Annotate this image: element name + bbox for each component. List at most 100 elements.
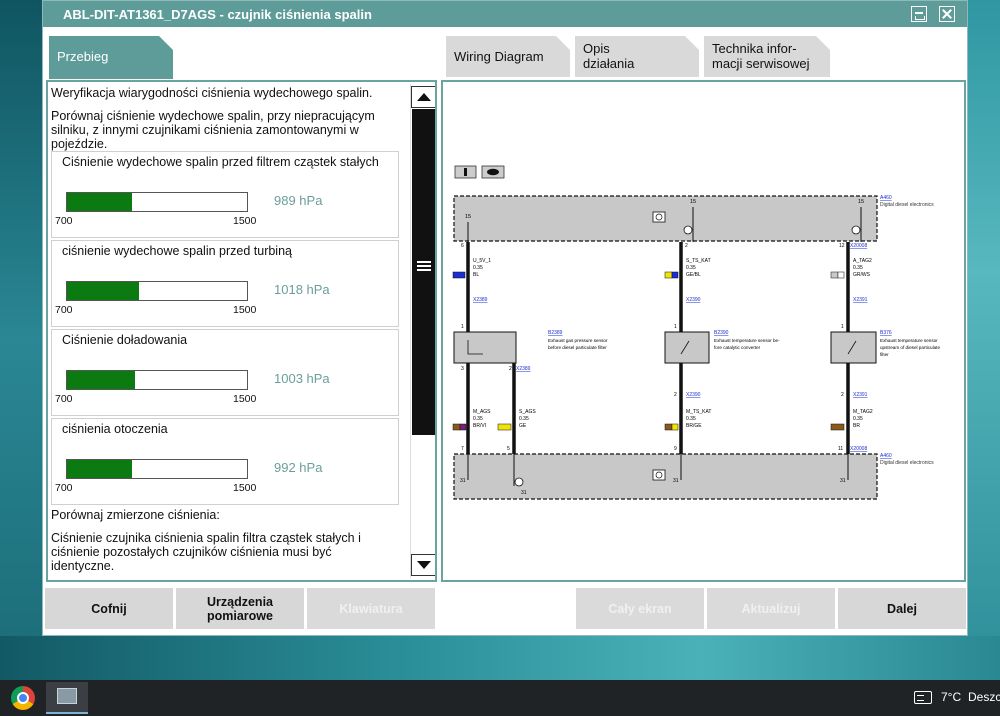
wiring-diagram: 15 15 15 A460 Digital diesel electronics… — [452, 165, 940, 500]
close-icon[interactable] — [939, 6, 955, 22]
measuring-devices-button[interactable]: Urządzenia pomiarowe — [176, 588, 304, 629]
button-label: pomiarowe — [207, 608, 273, 623]
component-link[interactable]: B2390 — [714, 330, 729, 336]
svg-text:U_5V_1: U_5V_1 — [473, 258, 491, 264]
gauge-max: 1500 — [233, 215, 257, 227]
component-desc: filter — [880, 352, 889, 357]
module-link[interactable]: A460 — [880, 453, 892, 459]
pin-label: 31 — [521, 490, 527, 496]
tab-opis-dzialania[interactable]: Opis działania — [575, 36, 699, 77]
compare-text: Porównaj zmierzone ciśnienia: — [51, 508, 220, 522]
gauge-min: 700 — [55, 215, 73, 227]
pin-label: 1 — [461, 324, 464, 330]
gauge-max: 1500 — [233, 482, 257, 494]
connector-link[interactable]: X2391 — [853, 297, 868, 303]
svg-text:0.35: 0.35 — [473, 416, 483, 422]
pin-label: 12 — [839, 243, 845, 249]
svg-text:M_TS_KAT: M_TS_KAT — [686, 409, 711, 415]
pin-label: 2 — [509, 366, 512, 372]
gauge-max: 1500 — [233, 393, 257, 405]
pin-label: 6 — [461, 243, 464, 249]
back-button[interactable]: Cofnij — [45, 588, 173, 629]
svg-text:S_AGS: S_AGS — [519, 409, 536, 415]
button-label: Aktualizuj — [741, 601, 801, 616]
wire-label: M_AGS 0.35 BR/VI — [452, 409, 491, 431]
window-title: ABL-DIT-AT1361_D7AGS - czujnik ciśnienia… — [63, 6, 372, 22]
chrome-icon[interactable] — [11, 686, 35, 710]
button-label: Urządzenia — [207, 594, 273, 609]
scrollbar[interactable] — [410, 84, 435, 578]
svg-text:GR/WS: GR/WS — [853, 272, 871, 278]
eye-button[interactable] — [481, 165, 505, 179]
gauge-label: Ciśnienie wydechowe spalin przed filtrem… — [62, 155, 379, 169]
svg-text:BR/GE: BR/GE — [686, 423, 702, 429]
info-button[interactable] — [454, 165, 477, 179]
svg-text:M_AGS: M_AGS — [473, 409, 491, 415]
fullscreen-button[interactable]: Cały ekran — [576, 588, 704, 629]
component-desc: fore catalytic converter — [714, 345, 761, 350]
refresh-button[interactable]: Aktualizuj — [707, 588, 835, 629]
pin-label: 2 — [674, 392, 677, 398]
grip-icon — [417, 261, 431, 273]
component-link[interactable]: B2389 — [548, 330, 563, 336]
connector-link[interactable]: X2390 — [686, 392, 701, 398]
tab-przebieg[interactable]: Przebieg — [49, 36, 173, 79]
tab-label: Technika infor- — [712, 41, 797, 56]
connector-link[interactable]: X20008 — [850, 446, 867, 452]
component-desc: Exhaust temperature sensor — [880, 338, 938, 343]
procedure-panel: Weryfikacja wiarygodności ciśnienia wyde… — [46, 80, 437, 582]
tab-label: Przebieg — [57, 49, 109, 64]
diagnostic-app-icon — [57, 688, 77, 704]
gauge-value: 992 hPa — [274, 460, 323, 475]
svg-text:BR/VI: BR/VI — [473, 423, 486, 429]
svg-text:S_TS_KAT: S_TS_KAT — [686, 258, 711, 264]
pin-label: 2 — [685, 243, 688, 249]
tab-label: działania — [583, 56, 635, 71]
gauge-card: Ciśnienie doładowania 700 1500 1003 hPa — [51, 329, 399, 416]
svg-text:0.35: 0.35 — [473, 265, 483, 271]
wire-label: U_5V_1 0.35 BL — [452, 258, 491, 279]
minimize-icon[interactable] — [911, 6, 927, 22]
connector-link[interactable]: X20008 — [850, 243, 867, 249]
gauge-bar — [66, 459, 248, 479]
next-button[interactable]: Dalej — [838, 588, 966, 629]
desktop-background — [968, 0, 1000, 680]
gauge-card: ciśnienie wydechowe spalin przed turbiną… — [51, 240, 399, 327]
svg-text:A_TAG2: A_TAG2 — [853, 258, 872, 264]
gauge-card: ciśnienia otoczenia 700 1500 992 hPa — [51, 418, 399, 505]
wiring-diagram-panel: 15 15 15 A460 Digital diesel electronics… — [441, 80, 966, 582]
svg-text:M_TAG2: M_TAG2 — [853, 409, 873, 415]
arrow-up-icon — [417, 93, 431, 101]
wire-label: M_TS_KAT 0.35 BR/GE — [664, 409, 711, 431]
module-name: Digital diesel electronics — [880, 202, 934, 208]
gauge-fill — [67, 460, 132, 478]
keyboard-button[interactable]: Klawiatura — [307, 588, 435, 629]
bottom-module: 31 31 31 31 — [453, 453, 878, 500]
scroll-down-button[interactable] — [411, 554, 435, 576]
module-link[interactable]: A460 — [880, 195, 892, 201]
weather-icon[interactable] — [914, 691, 932, 704]
button-label: Cały ekran — [608, 601, 672, 616]
procedure-heading: Weryfikacja wiarygodności ciśnienia wyde… — [51, 86, 373, 100]
scroll-thumb[interactable] — [412, 109, 435, 435]
connector-link[interactable]: X2389 — [473, 297, 488, 303]
pin-label: 3 — [461, 366, 464, 372]
connector-link[interactable]: X2389 — [516, 366, 531, 372]
gauge-min: 700 — [55, 482, 73, 494]
svg-text:0.35: 0.35 — [686, 265, 696, 271]
procedure-instruction: Porównaj ciśnienie wydechowe spalin, prz… — [51, 109, 375, 151]
pin-label: 9 — [674, 446, 677, 452]
taskbar-app[interactable] — [46, 682, 88, 714]
connector-link[interactable]: X2390 — [686, 297, 701, 303]
tab-technika-informacji[interactable]: Technika infor- macji serwisowej — [704, 36, 830, 77]
weather-description: Deszc — [968, 690, 1000, 704]
pin-label: 31 — [840, 478, 846, 484]
svg-text:GE: GE — [519, 423, 527, 429]
tab-wiring-diagram[interactable]: Wiring Diagram — [446, 36, 570, 77]
component-desc: upstream of diesel particulate — [880, 345, 940, 350]
component-link[interactable]: B376 — [880, 330, 892, 336]
gauge-bar — [66, 192, 248, 212]
connector-link[interactable]: X2391 — [853, 392, 868, 398]
scroll-up-button[interactable] — [411, 86, 435, 108]
gauge-fill — [67, 371, 136, 389]
